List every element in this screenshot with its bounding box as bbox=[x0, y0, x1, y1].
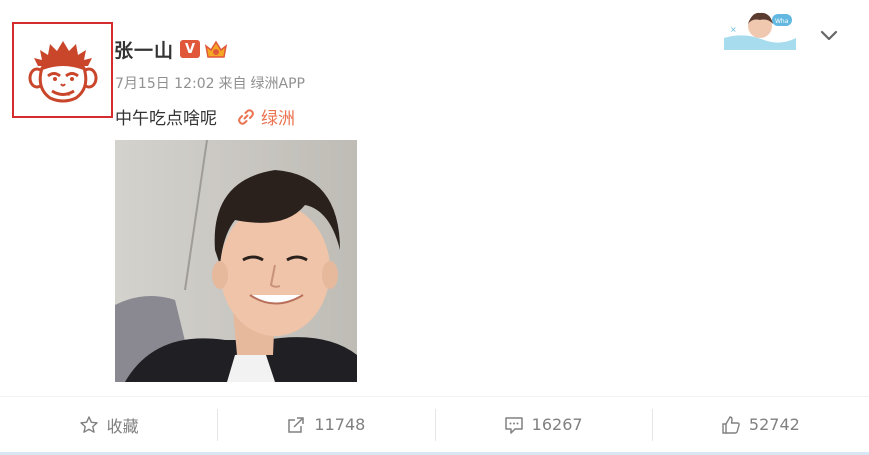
link-icon bbox=[238, 108, 254, 125]
post-content: 中午吃点啥呢 绿洲 bbox=[115, 104, 295, 129]
member-crown-icon[interactable] bbox=[203, 38, 229, 60]
author-name-row: 张一山 V bbox=[114, 36, 229, 62]
post-photo[interactable] bbox=[115, 140, 357, 382]
decor-card-image[interactable]: Wha × bbox=[724, 8, 796, 50]
like-button[interactable]: 52742 bbox=[651, 397, 869, 452]
monkey-face-avatar-icon: e bbox=[28, 41, 98, 103]
share-arrow-icon bbox=[288, 416, 305, 433]
repost-count: 11748 bbox=[314, 415, 366, 434]
topic-link[interactable]: 绿洲 bbox=[261, 104, 295, 129]
post-meta: 7月15日 12:02 来自 绿洲APP bbox=[115, 73, 305, 93]
like-count: 52742 bbox=[748, 415, 800, 434]
verified-v-icon[interactable]: V bbox=[180, 40, 201, 58]
author-name[interactable]: 张一山 bbox=[114, 36, 174, 63]
comment-count: 16267 bbox=[531, 415, 583, 434]
post-text: 中午吃点啥呢 bbox=[115, 109, 217, 129]
svg-text:×: × bbox=[730, 25, 737, 34]
svg-text:e: e bbox=[67, 91, 71, 98]
repost-button[interactable]: 11748 bbox=[217, 397, 434, 452]
thumbs-up-icon bbox=[722, 415, 740, 434]
selfie-image bbox=[115, 140, 357, 382]
favorite-button[interactable]: 收藏 bbox=[0, 397, 217, 452]
post-action-bar: 收藏 11748 16267 52742 bbox=[0, 396, 869, 452]
source-prefix: 来自 bbox=[218, 76, 247, 92]
comment-bubble-icon bbox=[504, 416, 523, 434]
svg-text:Wha: Wha bbox=[775, 18, 789, 25]
favorite-label: 收藏 bbox=[106, 416, 139, 436]
chevron-down-icon[interactable] bbox=[819, 27, 839, 43]
weibo-post-card: e 张一山 V 7月15日 12:02 来自 绿洲APP 中午吃点啥呢 绿洲 W… bbox=[0, 0, 869, 455]
star-icon bbox=[79, 415, 98, 433]
author-avatar[interactable]: e bbox=[12, 22, 113, 118]
source-app[interactable]: 绿洲APP bbox=[251, 73, 305, 93]
comment-button[interactable]: 16267 bbox=[434, 397, 652, 452]
post-date[interactable]: 7月15日 12:02 bbox=[115, 73, 215, 93]
